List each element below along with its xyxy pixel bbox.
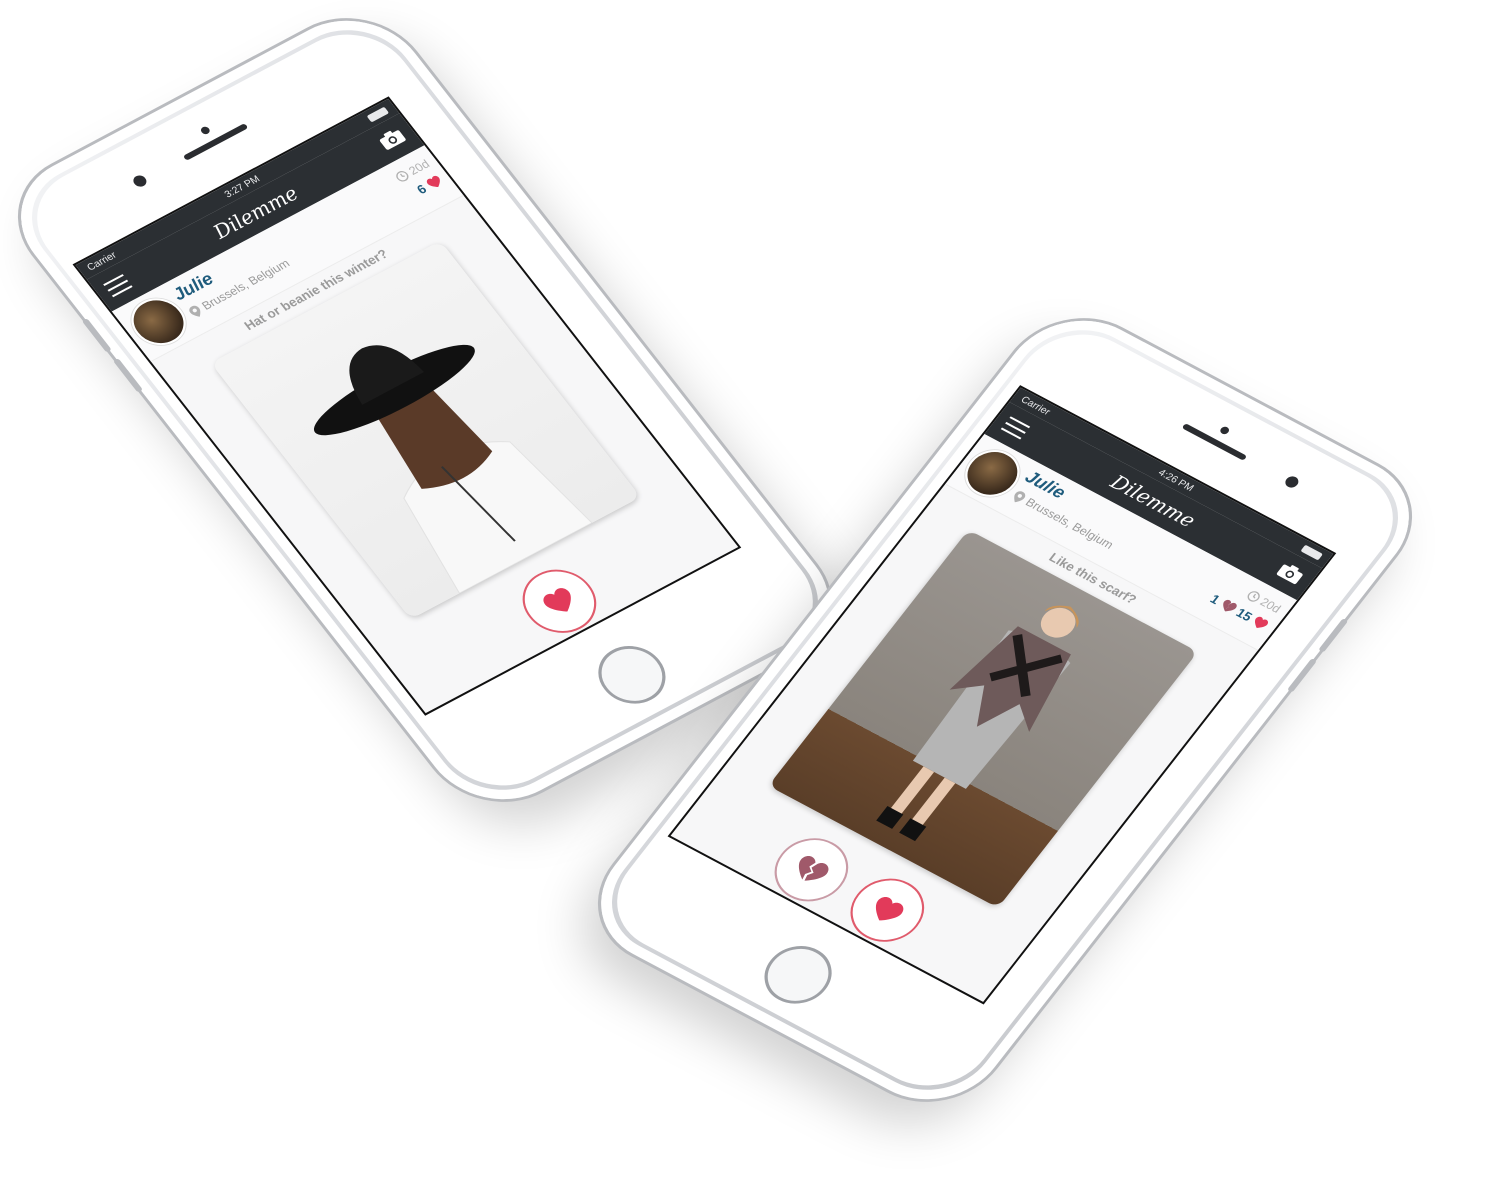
- pin-icon: [189, 305, 200, 317]
- post-age-label: 20d: [405, 157, 433, 178]
- camera-icon[interactable]: [1274, 560, 1306, 586]
- menu-icon[interactable]: [103, 274, 133, 298]
- broken-heart-icon: [1222, 599, 1237, 612]
- heart-icon: [543, 587, 571, 612]
- post-age-label: 20d: [1257, 595, 1284, 616]
- phone-left: Carrier 3:27 PM Dilemme Julie Brussels, …: [0, 0, 859, 824]
- broken-heart-icon: [799, 855, 829, 881]
- menu-icon[interactable]: [1000, 416, 1031, 440]
- vote-counts: 6: [414, 173, 446, 197]
- heart-icon: [876, 896, 904, 921]
- heart-icon: [1255, 616, 1269, 628]
- heart-icon: [426, 175, 440, 188]
- camera-icon[interactable]: [376, 126, 408, 152]
